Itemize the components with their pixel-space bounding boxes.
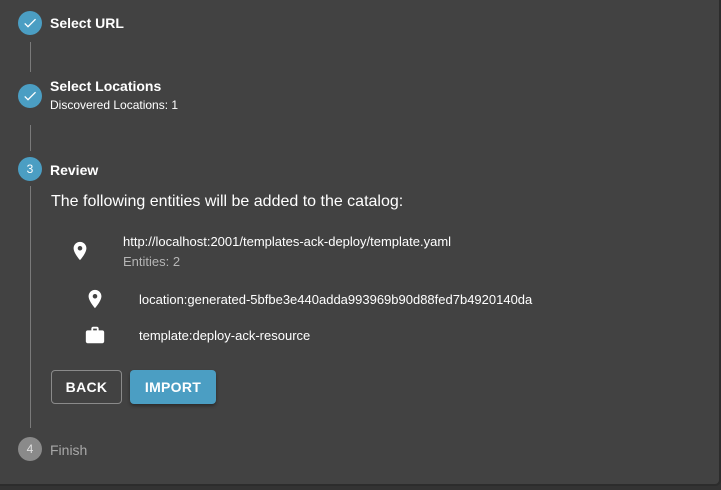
briefcase-icon [84,324,106,346]
location-pin-icon [84,288,106,310]
import-button[interactable]: IMPORT [130,370,216,404]
entity-location-ref: location:generated-5bfbe3e440adda993969b… [139,292,533,307]
step-2-complete-check-icon [18,84,42,108]
step-3-number-badge: 3 [18,157,42,181]
step-1-label: Select URL [50,15,124,31]
step-connector-2 [30,125,31,151]
import-stepper-panel: Select URL Select Locations Discovered L… [0,0,721,486]
review-intro-text: The following entities will be added to … [51,193,404,210]
step-2-sublabel: Discovered Locations: 1 [50,98,179,112]
back-button[interactable]: BACK [51,370,122,404]
location-url: http://localhost:2001/templates-ack-depl… [123,234,452,249]
location-entity-count: Entities: 2 [123,254,181,269]
step-connector-3 [30,186,31,428]
step-connector-1 [30,42,31,72]
step-4-number-badge: 4 [18,437,42,461]
step-4-label: Finish [50,442,88,458]
step-1-complete-check-icon [18,11,42,35]
step-2-label: Select Locations [50,78,162,94]
location-pin-icon [69,240,91,262]
step-3-label: Review [50,162,99,178]
entity-template-ref: template:deploy-ack-resource [139,328,311,343]
